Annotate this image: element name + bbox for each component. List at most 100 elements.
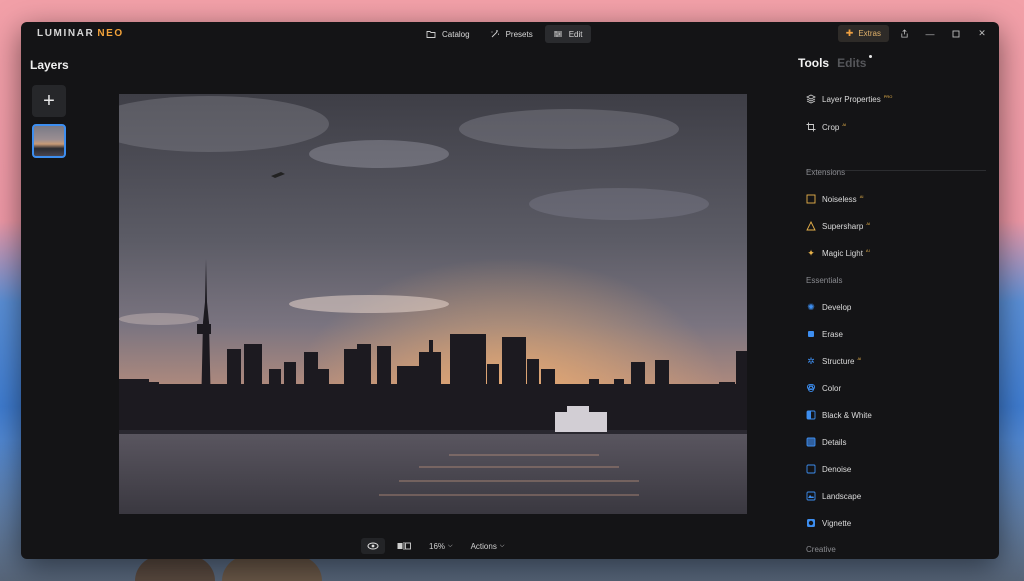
color-wheel-icon [806, 383, 816, 393]
actions-dropdown[interactable]: Actions ⌵ [465, 538, 511, 554]
main-nav: Catalog Presets Edit [418, 25, 591, 43]
tool-label: Denoise [822, 464, 852, 474]
desktop-background-rock [135, 556, 215, 581]
tool-color[interactable]: Color [806, 381, 841, 395]
minimize-button[interactable]: — [919, 25, 941, 42]
structure-icon: ✲ [807, 355, 815, 366]
section-creative: Creative [806, 545, 836, 554]
layers-title: Layers [30, 58, 69, 72]
landscape-icon [806, 491, 816, 501]
compare-button[interactable] [391, 538, 417, 554]
window-controls: ✚ Extras — ✕ [837, 25, 993, 42]
supersharp-icon [806, 221, 816, 231]
tool-badge: PRO [883, 93, 893, 99]
maximize-icon [952, 30, 960, 37]
tab-presets-label: Presets [505, 29, 533, 39]
close-button[interactable]: ✕ [971, 25, 993, 42]
tool-label: Black & White [822, 410, 872, 420]
extras-label: Extras [858, 29, 881, 38]
layer-thumbnail[interactable] [32, 124, 66, 158]
tool-badge: AI [865, 247, 870, 253]
tab-catalog[interactable]: Catalog [418, 25, 478, 43]
tool-label: Erase [822, 329, 843, 339]
magic-wand-icon [491, 30, 499, 38]
sliders-icon [553, 31, 562, 37]
close-icon: ✕ [978, 28, 986, 38]
tab-presets[interactable]: Presets [482, 25, 541, 43]
tool-label: Develop [822, 302, 852, 312]
zoom-value: 16% [429, 541, 446, 551]
share-button[interactable] [893, 25, 915, 42]
tool-landscape[interactable]: Landscape [806, 489, 861, 503]
tool-label: Supersharp [822, 221, 864, 231]
layers-icon [806, 94, 816, 104]
preview-toggle-button[interactable] [361, 538, 385, 554]
actions-label: Actions [470, 541, 497, 551]
tool-denoise[interactable]: Denoise [806, 462, 851, 476]
vignette-icon [806, 518, 816, 528]
section-essentials: Essentials [806, 276, 843, 285]
tab-edit-label: Edit [568, 29, 583, 39]
maximize-button[interactable] [945, 25, 967, 42]
tool-label: Vignette [822, 518, 852, 528]
eye-icon [367, 542, 379, 550]
photo-toronto-skyline [119, 94, 747, 514]
section-extensions: Extensions [806, 168, 846, 177]
sun-icon: ✺ [807, 301, 815, 312]
puzzle-icon: ✚ [845, 28, 854, 38]
zoom-dropdown[interactable]: 16% ⌵ [423, 538, 459, 554]
denoise-icon [806, 464, 816, 474]
tool-label: Magic Light [822, 248, 863, 258]
tool-noiseless[interactable]: Noiseless AI [806, 192, 863, 206]
app-logo: LUMINAR NEO [37, 28, 124, 39]
luminar-window: LUMINAR NEO Catalog Presets Edit ✚ Extras [21, 22, 999, 559]
tab-edit[interactable]: Edit [544, 25, 591, 43]
desktop-background-rock [222, 556, 322, 581]
tool-erase[interactable]: Erase [806, 327, 843, 341]
tool-label: Landscape [822, 491, 862, 501]
tool-label: Layer Properties [822, 94, 881, 104]
edits-indicator-dot [869, 55, 873, 58]
folder-icon [426, 31, 436, 38]
canvas-toolbar: 16% ⌵ Actions ⌵ [361, 538, 510, 554]
tool-label: Noiseless [822, 194, 857, 204]
tool-layer-properties[interactable]: Layer Properties PRO [806, 92, 892, 106]
tool-label: Color [822, 383, 842, 393]
tool-develop[interactable]: ✺ Develop [806, 300, 851, 314]
tool-crop[interactable]: Crop AI [806, 120, 846, 134]
extras-button[interactable]: ✚ Extras [837, 25, 889, 42]
tools-panel: Tools Edits Layer Properties PRO Crop AI… [797, 52, 993, 559]
tool-vignette[interactable]: Vignette [806, 516, 851, 530]
tab-edits[interactable]: Edits [837, 56, 866, 70]
tool-structure[interactable]: ✲ Structure AI [806, 354, 861, 368]
chevron-down-icon: ⌵ [499, 542, 505, 549]
tab-catalog-label: Catalog [442, 29, 470, 39]
sparkle-icon: ✦ [807, 247, 815, 258]
minimize-icon: — [925, 28, 935, 39]
tool-badge: AI [857, 355, 862, 361]
tool-label: Structure [822, 356, 855, 366]
noiseless-icon [806, 194, 816, 204]
plus-icon: + [43, 90, 55, 112]
title-bar: LUMINAR NEO Catalog Presets Edit ✚ Extras [21, 22, 999, 46]
tool-label: Details [822, 437, 847, 447]
image-canvas[interactable] [119, 94, 747, 514]
share-icon [900, 29, 908, 38]
tab-tools[interactable]: Tools [798, 56, 829, 70]
compare-icon [397, 542, 411, 550]
chevron-down-icon: ⌵ [448, 542, 453, 549]
crop-icon [806, 122, 816, 132]
panel-tabs: Tools Edits [798, 55, 877, 70]
tool-details[interactable]: Details [806, 435, 846, 449]
tool-badge: AI [866, 220, 871, 226]
black-white-icon [806, 410, 816, 420]
tool-magic-light[interactable]: ✦ Magic Light AI [806, 246, 870, 260]
details-icon [806, 437, 816, 447]
eraser-icon [806, 329, 816, 339]
add-layer-button[interactable]: + [32, 85, 66, 117]
tool-label: Crop [822, 122, 840, 132]
tool-black-white[interactable]: Black & White [806, 408, 872, 422]
tool-badge: AI [859, 193, 864, 199]
tool-badge: AI [842, 121, 847, 127]
tool-supersharp[interactable]: Supersharp AI [806, 219, 870, 233]
